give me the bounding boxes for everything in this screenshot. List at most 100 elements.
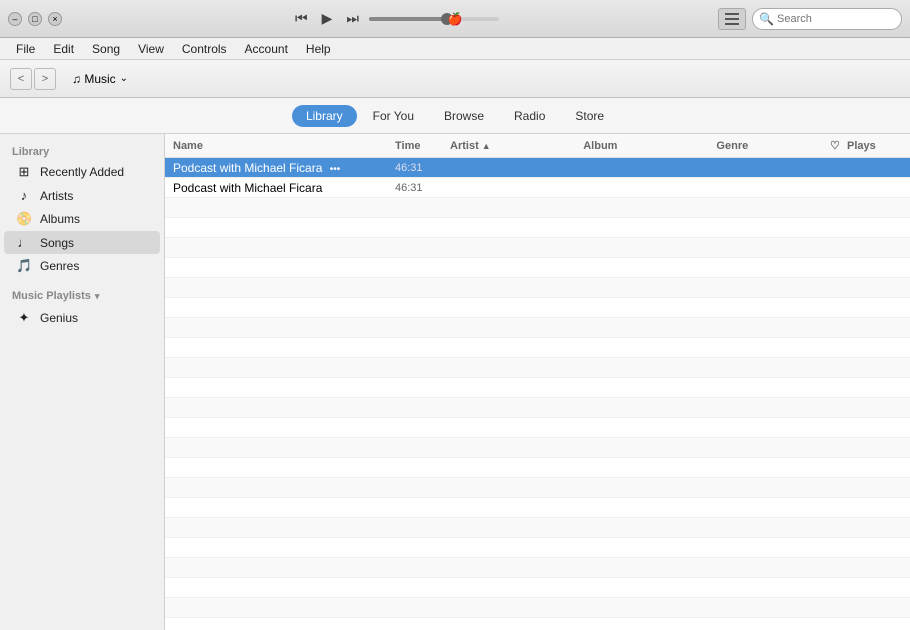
menu-item-view[interactable]: View (130, 40, 172, 58)
back-nav-button[interactable]: < (10, 68, 32, 90)
songs-icon: ♩ (16, 235, 32, 250)
sidebar-label-artists: Artists (40, 189, 73, 203)
sidebar-item-genres[interactable]: 🎵 Genres (4, 254, 160, 278)
window-controls: – □ × (8, 12, 62, 26)
maximize-button[interactable]: □ (28, 12, 42, 26)
sidebar-item-songs[interactable]: ♩ Songs (4, 231, 160, 254)
empty-row (165, 218, 910, 238)
empty-row (165, 318, 910, 338)
play-button[interactable]: ▶ (318, 10, 337, 27)
table-body: Podcast with Michael Ficara ••• 46:31 Po… (165, 158, 910, 630)
menu-item-file[interactable]: File (8, 40, 43, 58)
row-name: Podcast with Michael Ficara (173, 181, 395, 195)
title-bar-right: 🔍 (718, 8, 902, 30)
empty-row (165, 358, 910, 378)
forward-nav-button[interactable]: > (34, 68, 56, 90)
apple-logo: 🍎 (448, 12, 463, 26)
playlists-chevron: ▾ (95, 291, 100, 302)
music-dropdown-arrow[interactable]: ⌄ (120, 73, 128, 84)
tab-browse[interactable]: Browse (430, 105, 498, 127)
col-genre-header[interactable]: Genre (716, 140, 823, 152)
empty-row (165, 458, 910, 478)
menu-item-controls[interactable]: Controls (174, 40, 235, 58)
col-name-header[interactable]: Name (173, 140, 395, 152)
menu-item-account[interactable]: Account (237, 40, 296, 58)
empty-row (165, 598, 910, 618)
nav-back-forward: < > (10, 68, 56, 90)
sidebar: Library ⊞ Recently Added♪ Artists📀 Album… (0, 134, 165, 630)
albums-icon: 📀 (16, 211, 32, 227)
menu-line (725, 13, 739, 15)
empty-row (165, 238, 910, 258)
menu-item-song[interactable]: Song (84, 40, 128, 58)
music-selector: ♫ Music ⌄ (72, 72, 128, 86)
minimize-button[interactable]: – (8, 12, 22, 26)
title-bar: – □ × ⏮ ▶ ⏭ 🍎 🔍 (0, 0, 910, 38)
menu-line (725, 23, 739, 25)
menu-button[interactable] (718, 8, 746, 30)
empty-row (165, 538, 910, 558)
row-time: 46:31 (395, 182, 450, 194)
sidebar-label-albums: Albums (40, 212, 80, 226)
artists-icon: ♪ (16, 188, 32, 203)
tab-store[interactable]: Store (561, 105, 618, 127)
genius-icon: ✦ (16, 310, 32, 326)
empty-row (165, 378, 910, 398)
playlists-label: Music Playlists (12, 290, 91, 302)
playlist-items: ✦ Genius (0, 306, 164, 330)
playlist-item-genius[interactable]: ✦ Genius (4, 306, 160, 330)
tab-for-you[interactable]: For You (359, 105, 428, 127)
empty-row (165, 558, 910, 578)
tab-radio[interactable]: Radio (500, 105, 559, 127)
col-album-header[interactable]: Album (583, 140, 716, 152)
playlist-label-genius: Genius (40, 311, 78, 325)
main-layout: Library ⊞ Recently Added♪ Artists📀 Album… (0, 134, 910, 630)
empty-row (165, 198, 910, 218)
search-container: 🔍 (752, 8, 902, 30)
search-input[interactable] (752, 8, 902, 30)
close-button[interactable]: × (48, 12, 62, 26)
menu-line (725, 18, 739, 20)
sidebar-item-artists[interactable]: ♪ Artists (4, 184, 160, 207)
music-icon: ♫ Music (72, 72, 116, 86)
row-time: 46:31 (395, 162, 450, 174)
empty-row (165, 518, 910, 538)
next-button[interactable]: ⏭ (342, 10, 363, 27)
row-name: Podcast with Michael Ficara ••• (173, 161, 395, 175)
empty-row (165, 258, 910, 278)
dots-icon: ••• (330, 164, 341, 175)
progress-fill (369, 17, 447, 21)
menu-item-edit[interactable]: Edit (45, 40, 82, 58)
controls-bar: < > ♫ Music ⌄ (0, 60, 910, 98)
empty-row (165, 418, 910, 438)
tab-group: LibraryFor YouBrowseRadioStore (292, 105, 618, 127)
col-artist-header[interactable]: Artist ▲ (450, 140, 583, 152)
library-label: Library (0, 142, 164, 160)
empty-row (165, 398, 910, 418)
table-header: Name Time Artist ▲ Album Genre ♡ Plays (165, 134, 910, 158)
col-time-header[interactable]: Time (395, 140, 450, 152)
table-row[interactable]: Podcast with Michael Ficara 46:31 (165, 178, 910, 198)
empty-row (165, 298, 910, 318)
search-icon: 🔍 (759, 12, 774, 26)
sidebar-item-recently-added[interactable]: ⊞ Recently Added (4, 160, 160, 184)
prev-button[interactable]: ⏮ (291, 10, 312, 27)
progress-bar[interactable] (369, 17, 499, 21)
empty-row (165, 438, 910, 458)
menu-bar: FileEditSongViewControlsAccountHelp (0, 38, 910, 60)
tab-library[interactable]: Library (292, 105, 357, 127)
menu-item-help[interactable]: Help (298, 40, 339, 58)
sidebar-items: ⊞ Recently Added♪ Artists📀 Albums♩ Songs… (0, 160, 164, 278)
col-heart-header[interactable]: ♡ (823, 139, 847, 152)
content-area: Name Time Artist ▲ Album Genre ♡ Plays P… (165, 134, 910, 630)
music-playlists-section[interactable]: Music Playlists ▾ (0, 286, 164, 306)
empty-row (165, 618, 910, 630)
col-plays-header[interactable]: Plays (847, 140, 902, 152)
empty-row (165, 478, 910, 498)
recently-added-icon: ⊞ (16, 164, 32, 180)
empty-row (165, 338, 910, 358)
sidebar-item-albums[interactable]: 📀 Albums (4, 207, 160, 231)
table-row[interactable]: Podcast with Michael Ficara ••• 46:31 (165, 158, 910, 178)
artist-sort-icon: ▲ (482, 141, 491, 151)
sidebar-label-recently-added: Recently Added (40, 165, 124, 179)
